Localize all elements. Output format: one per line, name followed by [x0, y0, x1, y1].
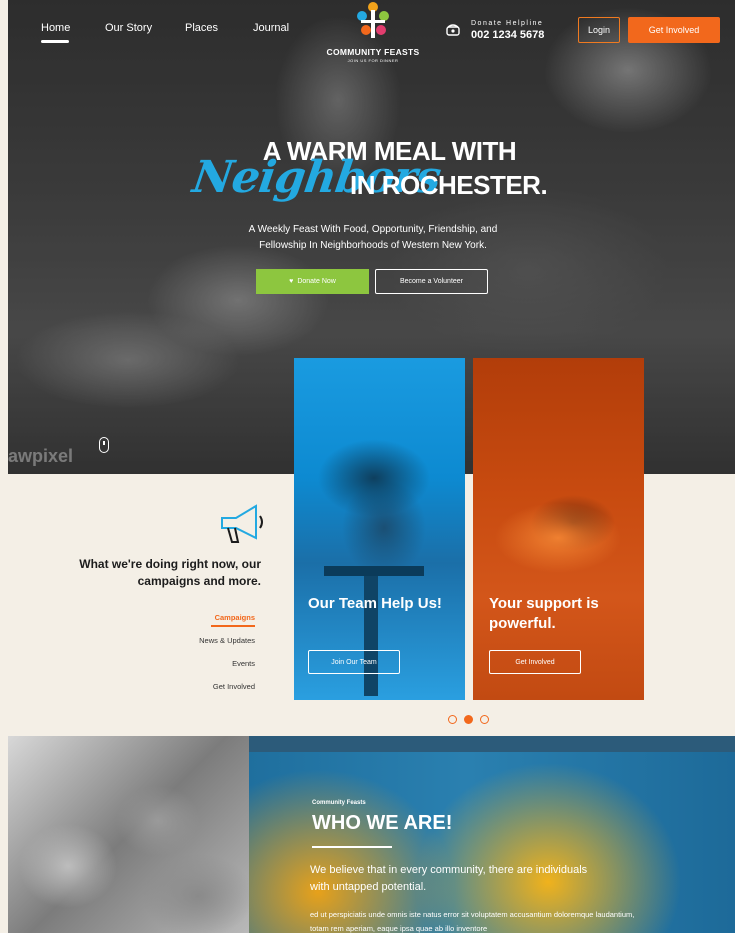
who-title: WHO WE ARE!: [312, 812, 453, 834]
donate-now-button[interactable]: ♥ Donate Now: [256, 269, 369, 294]
logo-title: COMMUNITY FEASTS: [326, 47, 420, 57]
logo-icon: [357, 2, 389, 38]
who-we-are-section: Community Feasts WHO WE ARE! We believe …: [8, 736, 735, 933]
nav-places[interactable]: Places: [185, 22, 218, 34]
hero-subtitle: A Weekly Feast With Food, Opportunity, F…: [248, 224, 498, 251]
who-lead: We believe that in every community, ther…: [310, 864, 588, 893]
phone-icon: [446, 24, 460, 36]
carousel-dot-3[interactable]: [480, 715, 489, 724]
helpline-number: 002 1234 5678: [471, 29, 545, 41]
team-card[interactable]: Our Team Help Us! Join Our Team: [294, 358, 465, 700]
carousel-dot-1[interactable]: [448, 715, 457, 724]
team-card-title: Our Team Help Us!: [308, 595, 442, 612]
login-button[interactable]: Login: [578, 17, 620, 43]
carousel-dots: [448, 715, 492, 725]
hero-headline-line2: IN ROCHESTER.: [350, 170, 548, 200]
nav-journal[interactable]: Journal: [253, 22, 289, 34]
carousel-dot-2[interactable]: [464, 715, 473, 724]
heart-icon: ♥: [289, 278, 294, 285]
logo-subtitle: JOIN US FOR DINNER: [347, 58, 399, 63]
who-divider: [312, 846, 392, 848]
megaphone-icon: [221, 504, 263, 543]
active-link-underline: [211, 625, 255, 627]
link-campaigns[interactable]: Campaigns: [215, 613, 255, 622]
campaign-title: What we're doing right now, our campaign…: [79, 557, 261, 588]
who-body: ed ut perspiciatis unde omnis iste natus…: [310, 910, 635, 933]
donate-now-label: Donate Now: [297, 278, 336, 285]
bench-figure: [324, 566, 424, 696]
site-logo[interactable]: COMMUNITY FEASTS JOIN US FOR DINNER: [321, 0, 425, 64]
get-involved-button[interactable]: Get Involved: [628, 17, 720, 43]
support-card-title: Your support is powerful.: [489, 595, 599, 632]
who-background-image: [248, 752, 735, 933]
helpline-label: Donate Helpline: [471, 20, 544, 27]
become-volunteer-button[interactable]: Become a Volunteer: [375, 269, 488, 294]
nav-home[interactable]: Home: [41, 22, 70, 43]
watermark: awpixel: [8, 446, 74, 466]
elder-photo: [8, 736, 249, 933]
helpline[interactable]: Donate Helpline 002 1234 5678: [446, 18, 556, 44]
join-team-button[interactable]: Join Our Team: [308, 650, 400, 674]
page: Home Our Story Places Journal COMMUNITY …: [0, 0, 735, 933]
mouse-scroll-icon[interactable]: [99, 437, 109, 453]
card-get-involved-button[interactable]: Get Involved: [489, 650, 581, 674]
nav-our-story[interactable]: Our Story: [105, 22, 152, 34]
who-kicker: Community Feasts: [312, 800, 366, 806]
link-events[interactable]: Events: [232, 659, 255, 668]
support-card[interactable]: Your support is powerful. Get Involved: [473, 358, 644, 700]
link-news-updates[interactable]: News & Updates: [199, 636, 255, 645]
link-get-involved[interactable]: Get Involved: [213, 682, 255, 691]
